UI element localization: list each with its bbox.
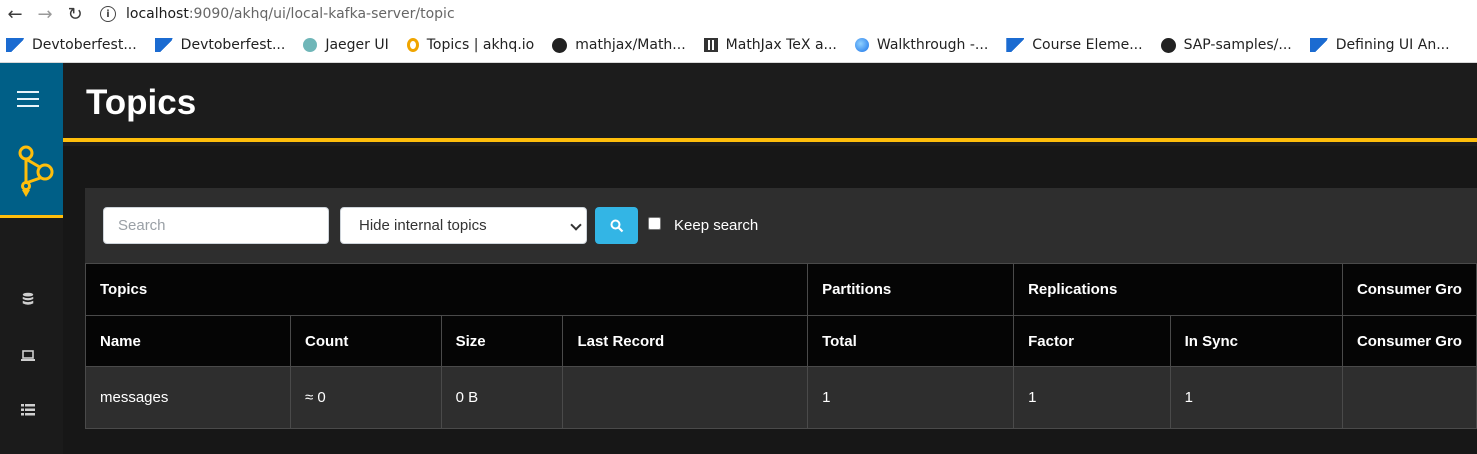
bookmark[interactable]: Jaeger UI xyxy=(303,37,389,53)
bookmark[interactable]: Devtoberfest... xyxy=(6,37,137,53)
page-title: Topics xyxy=(86,83,197,122)
cell-name[interactable]: messages xyxy=(84,366,292,429)
site-info-icon[interactable]: i xyxy=(100,6,116,22)
cell-size: 0 B xyxy=(440,366,564,429)
bookmark-label: mathjax/Math... xyxy=(575,37,686,53)
topic-filter-select[interactable]: Hide internal topics xyxy=(340,207,587,244)
keep-search-checkbox[interactable] xyxy=(648,217,661,230)
column-header-total[interactable]: Total xyxy=(807,315,1015,367)
url-path: :9090/akhq/ui/local-kafka-server/topic xyxy=(188,6,455,22)
bookmark-label: MathJax TeX a... xyxy=(725,37,837,53)
search-icon xyxy=(610,219,623,232)
bookmark-label: Topics | akhq.io xyxy=(426,37,535,53)
group-header-consumer-groups: Consumer Gro xyxy=(1341,263,1477,316)
column-header-factor[interactable]: Factor xyxy=(1013,315,1171,367)
bookmark[interactable]: Devtoberfest... xyxy=(154,37,286,53)
bookmarks-bar: Devtoberfest... Devtoberfest... Jaeger U… xyxy=(0,28,1477,63)
jaeger-icon xyxy=(303,38,318,52)
sidebar xyxy=(0,63,63,454)
keep-search-label: Keep search xyxy=(674,217,759,234)
sidebar-brand xyxy=(0,63,63,218)
bookmark[interactable]: Course Eleme... xyxy=(1006,37,1143,53)
bookmark-label: SAP-samples/... xyxy=(1183,37,1292,53)
bookmark-label: Defining UI An... xyxy=(1335,37,1450,53)
column-header-count[interactable]: Count xyxy=(290,315,442,367)
bookmark-label: Jaeger UI xyxy=(325,37,389,53)
column-header-in-sync[interactable]: In Sync xyxy=(1169,315,1343,367)
browser-address-bar: ← → ↻ i localhost:9090/akhq/ui/local-kaf… xyxy=(0,0,1477,28)
sap-icon xyxy=(6,38,24,52)
column-header-last-record[interactable]: Last Record xyxy=(562,315,809,367)
url-field[interactable]: i localhost:9090/akhq/ui/local-kafka-ser… xyxy=(100,6,455,22)
sap-icon xyxy=(1006,38,1025,52)
cell-total: 1 xyxy=(807,366,1015,429)
bookmark[interactable]: mathjax/Math... xyxy=(552,37,686,53)
hamburger-menu-icon[interactable] xyxy=(17,91,39,107)
mathjax-icon xyxy=(703,38,718,52)
bookmark[interactable]: Defining UI An... xyxy=(1309,37,1450,53)
column-header-size[interactable]: Size xyxy=(440,315,564,367)
akhq-logo[interactable] xyxy=(14,145,54,203)
topics-panel: Hide internal topics Keep search Topi xyxy=(84,188,1477,429)
bookmark-label: Course Eleme... xyxy=(1032,37,1143,53)
bookmark[interactable]: SAP-samples/... xyxy=(1160,37,1292,53)
cell-in-sync: 1 xyxy=(1169,366,1343,429)
column-header-name[interactable]: Name xyxy=(84,315,292,367)
table-row[interactable]: messages ≈ 0 0 B 1 1 1 xyxy=(84,366,1477,429)
reload-icon[interactable]: ↻ xyxy=(60,0,90,28)
cell-last-record xyxy=(562,366,809,429)
bookmark-label: Walkthrough -... xyxy=(876,37,989,53)
laptop-icon[interactable] xyxy=(20,349,36,363)
search-button[interactable] xyxy=(595,207,638,244)
cell-count: ≈ 0 xyxy=(290,366,442,429)
cell-consumer-groups xyxy=(1341,366,1477,429)
globe-icon xyxy=(854,38,869,52)
sap-icon xyxy=(1309,38,1328,52)
database-icon[interactable] xyxy=(20,292,36,306)
cell-factor: 1 xyxy=(1013,366,1171,429)
bookmark[interactable]: Walkthrough -... xyxy=(854,37,989,53)
select-value: Hide internal topics xyxy=(359,217,487,234)
github-icon xyxy=(552,37,568,53)
page-header: Topics xyxy=(63,63,1477,142)
main-content: Hide internal topics Keep search Topi xyxy=(63,146,1477,454)
back-arrow-icon[interactable]: ← xyxy=(0,0,30,28)
github-icon xyxy=(1160,37,1176,53)
bookmark-label: Devtoberfest... xyxy=(32,37,137,53)
sap-icon xyxy=(154,38,173,52)
list-icon[interactable] xyxy=(20,403,36,417)
group-header-replications: Replications xyxy=(1013,263,1343,316)
url-host: localhost xyxy=(126,6,189,22)
forward-arrow-icon[interactable]: → xyxy=(30,0,60,28)
column-header-consumer-groups[interactable]: Consumer Gro xyxy=(1341,315,1477,367)
group-header-partitions: Partitions xyxy=(807,263,1015,316)
group-header-topics: Topics xyxy=(84,263,809,316)
bookmark[interactable]: MathJax TeX a... xyxy=(703,37,837,53)
bookmark-label: Devtoberfest... xyxy=(180,37,286,53)
akhq-app: Topics Hide internal topics Keep search xyxy=(0,63,1477,454)
bookmark[interactable]: Topics | akhq.io xyxy=(406,37,535,53)
kafka-icon xyxy=(406,38,419,52)
chevron-down-icon xyxy=(570,219,582,231)
search-input[interactable] xyxy=(103,207,329,244)
topics-table: Topics Partitions Replications Consumer … xyxy=(84,263,1477,429)
